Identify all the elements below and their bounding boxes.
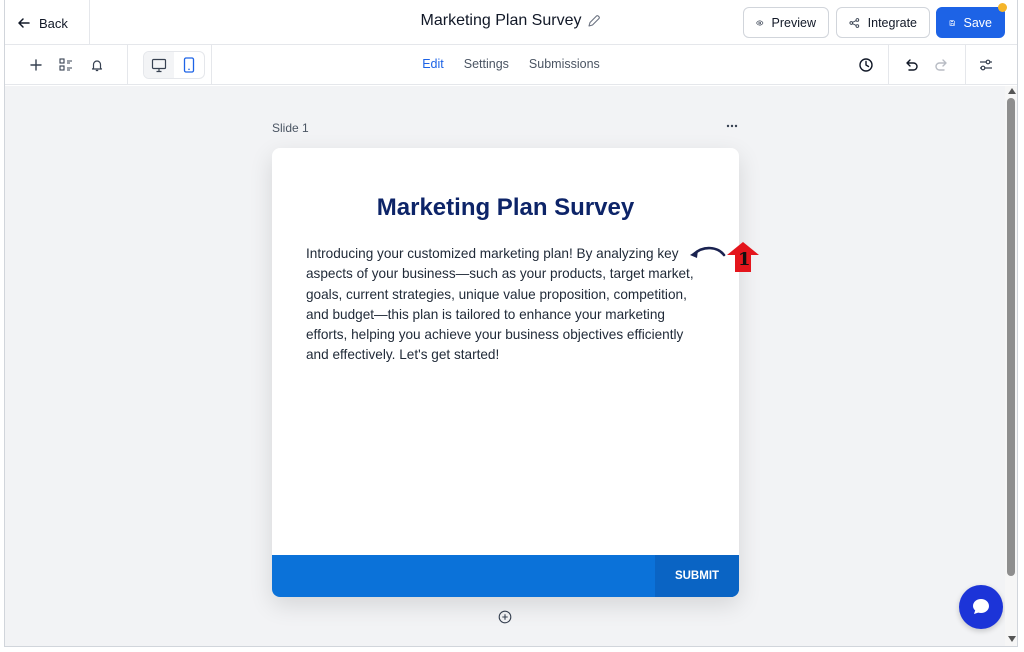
- eye-icon: [756, 20, 764, 25]
- sliders-icon[interactable]: [975, 54, 997, 76]
- vertical-scrollbar[interactable]: [1005, 86, 1017, 646]
- editor-toolbar: Edit Settings Submissions: [5, 45, 1017, 85]
- preview-button[interactable]: Preview: [743, 7, 829, 38]
- page-title: Marketing Plan Survey: [420, 12, 582, 29]
- slide-card[interactable]: Marketing Plan Survey Introducing your c…: [272, 148, 739, 597]
- chat-launcher-button[interactable]: [959, 585, 1003, 629]
- divider: [965, 45, 966, 85]
- app-window: Back Marketing Plan Survey Preview Integ…: [4, 0, 1018, 647]
- submit-button[interactable]: SUBMIT: [655, 555, 739, 597]
- undo-icon[interactable]: [900, 54, 922, 76]
- scroll-down-icon[interactable]: [1008, 636, 1016, 642]
- divider: [888, 45, 889, 85]
- tab-edit[interactable]: Edit: [422, 57, 444, 71]
- notification-dot: [998, 3, 1007, 12]
- scroll-thumb[interactable]: [1007, 98, 1015, 576]
- top-bar: Back Marketing Plan Survey Preview Integ…: [5, 0, 1017, 45]
- integrate-button[interactable]: Integrate: [836, 7, 930, 38]
- tab-settings[interactable]: Settings: [464, 57, 509, 71]
- annotation-number: 1: [738, 249, 751, 270]
- redo-icon[interactable]: [931, 54, 953, 76]
- tab-submissions[interactable]: Submissions: [529, 57, 600, 71]
- history-icon[interactable]: [855, 54, 877, 76]
- card-footer: SUBMIT: [272, 555, 739, 597]
- card-description[interactable]: Introducing your customized marketing pl…: [306, 244, 706, 366]
- slide-label: Slide 1: [272, 121, 309, 135]
- add-slide-icon[interactable]: [498, 610, 512, 624]
- preview-label: Preview: [771, 15, 816, 30]
- editor-canvas: Slide 1 Marketing Plan Survey Introducin…: [5, 86, 1005, 646]
- chat-bubble-icon: [973, 599, 989, 614]
- scroll-up-icon[interactable]: [1008, 88, 1016, 94]
- card-title[interactable]: Marketing Plan Survey: [272, 194, 739, 222]
- integrate-label: Integrate: [867, 15, 917, 30]
- floppy-icon: [949, 19, 955, 26]
- more-options-icon[interactable]: [725, 119, 741, 135]
- annotation-marker: 1: [688, 241, 760, 275]
- share-icon: [849, 17, 860, 28]
- pencil-icon[interactable]: [587, 14, 601, 28]
- save-button[interactable]: Save: [936, 7, 1005, 38]
- save-label: Save: [963, 15, 993, 30]
- curved-arrow-icon: [690, 246, 726, 258]
